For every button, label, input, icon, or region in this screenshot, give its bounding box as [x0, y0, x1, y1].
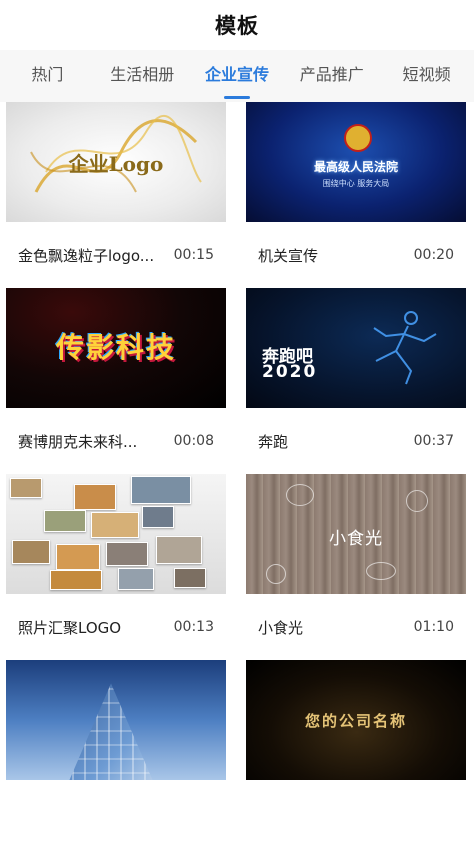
photo-tile	[131, 476, 191, 504]
template-thumbnail[interactable]: 传影科技	[6, 288, 226, 408]
photo-tile	[156, 536, 202, 564]
template-card[interactable]: 传影科技 赛博朋克未来科... 00:08	[6, 288, 226, 474]
template-card[interactable]: 照片汇聚LOGO 00:13	[6, 474, 226, 660]
photo-tile	[91, 512, 139, 538]
template-duration: 00:15	[173, 247, 214, 263]
template-card[interactable]: 企业Logo 金色飘逸粒子logo... 00:15	[6, 102, 226, 288]
template-name: 照片汇聚LOGO	[18, 618, 122, 637]
template-card[interactable]	[6, 660, 226, 846]
template-card[interactable]: 您的公司名称	[246, 660, 466, 846]
thumbnail-caption: 小食光	[329, 529, 383, 549]
photo-tile	[142, 506, 174, 528]
template-name: 奔跑	[258, 432, 289, 451]
doodle-icon	[406, 490, 428, 512]
doodle-icon	[266, 564, 286, 584]
tab-hot[interactable]: 热门	[0, 50, 95, 102]
photo-tile	[12, 540, 50, 564]
template-duration: 01:10	[413, 619, 454, 635]
building-graphic	[66, 683, 156, 780]
thumbnail-caption: 最高级人民法院	[313, 160, 398, 174]
runner-graphic	[373, 311, 437, 385]
template-duration: 00:37	[413, 433, 454, 449]
tab-short-video[interactable]: 短视频	[379, 50, 474, 102]
thumbnail-caption: 企业Logo	[68, 152, 164, 176]
photo-tile	[74, 484, 116, 510]
template-grid: 企业Logo 金色飘逸粒子logo... 00:15 最高级人民法院 围绕中心 …	[0, 102, 474, 846]
template-duration: 00:08	[173, 433, 214, 449]
photo-tile	[118, 568, 154, 590]
template-thumbnail[interactable]: 企业Logo	[6, 102, 226, 222]
thumbnail-subcaption: 围绕中心 服务大局	[322, 179, 390, 188]
template-name: 小食光	[258, 618, 304, 637]
template-card[interactable]: 小食光 小食光 01:10	[246, 474, 466, 660]
thumbnail-caption: 传影科技	[55, 331, 176, 364]
thumbnail-caption-year: 2020	[262, 362, 318, 382]
doodle-icon	[366, 562, 396, 580]
template-thumbnail[interactable]: 您的公司名称	[246, 660, 466, 780]
page-title: 模板	[215, 14, 259, 38]
photo-tile	[50, 570, 102, 590]
thumbnail-caption: 您的公司名称	[304, 712, 407, 730]
template-name: 赛博朋克未来科...	[18, 432, 138, 451]
photo-tile	[106, 542, 148, 566]
template-name: 机关宣传	[258, 246, 319, 265]
photo-tile	[174, 568, 206, 588]
template-thumbnail[interactable]	[6, 660, 226, 780]
template-thumbnail[interactable]: 最高级人民法院 围绕中心 服务大局	[246, 102, 466, 222]
template-thumbnail[interactable]: 小食光	[246, 474, 466, 594]
top-bar: 模板	[0, 0, 474, 50]
template-duration: 00:20	[413, 247, 454, 263]
template-name: 金色飘逸粒子logo...	[18, 246, 155, 265]
template-thumbnail[interactable]: 奔跑吧 2020	[246, 288, 466, 408]
category-tabs: 热门 生活相册 企业宣传 产品推广 短视频	[0, 50, 474, 102]
photo-tile	[56, 544, 100, 570]
doodle-icon	[286, 484, 314, 506]
photo-tile	[44, 510, 86, 532]
template-duration: 00:13	[173, 619, 214, 635]
tab-life-album[interactable]: 生活相册	[95, 50, 190, 102]
template-card[interactable]: 最高级人民法院 围绕中心 服务大局 机关宣传 00:20	[246, 102, 466, 288]
template-thumbnail[interactable]	[6, 474, 226, 594]
template-card[interactable]: 奔跑吧 2020 奔跑 00:37	[246, 288, 466, 474]
photo-tile	[10, 478, 42, 498]
court-emblem-icon	[344, 124, 372, 152]
tab-enterprise-promo[interactable]: 企业宣传	[190, 50, 285, 102]
tab-product-promo[interactable]: 产品推广	[284, 50, 379, 102]
